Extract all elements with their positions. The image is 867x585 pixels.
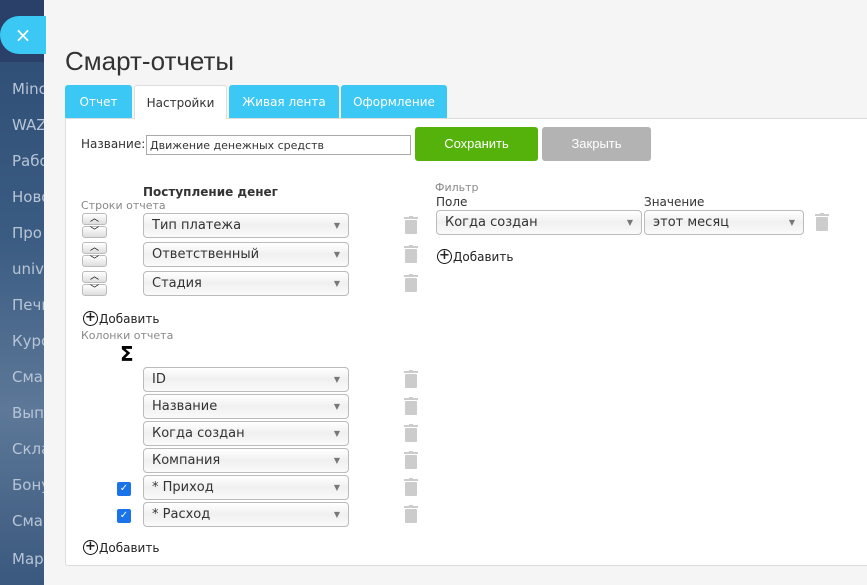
chevron-down-icon: ▼	[333, 221, 340, 230]
trash-icon[interactable]	[404, 478, 418, 496]
page-title: Смарт-отчеты	[65, 46, 235, 76]
select-value: * Расход	[152, 507, 211, 522]
column-field-select[interactable]: Компания ▼	[143, 448, 349, 473]
filter-value-label: Значение	[644, 195, 705, 209]
trash-icon[interactable]	[404, 424, 418, 442]
select-value: * Приход	[152, 480, 214, 495]
sidebar-item[interactable]: Курс	[12, 332, 44, 350]
select-value: Когда создан	[152, 426, 245, 441]
row-order-buttons: ︿ ﹀	[82, 242, 107, 268]
filter-field-select[interactable]: Когда создан ▼	[436, 210, 642, 235]
move-up-button[interactable]: ︿	[82, 271, 107, 283]
sidebar-item[interactable]: unive	[12, 260, 44, 278]
select-value: Стадия	[152, 276, 202, 291]
sidebar-item[interactable]: Бону	[12, 476, 44, 494]
sidebar-item[interactable]: WAZ	[12, 116, 44, 134]
sum-checkbox[interactable]: ✓	[117, 509, 131, 523]
select-value: Название	[152, 399, 218, 414]
move-up-button[interactable]: ︿	[82, 213, 107, 225]
select-value: этот месяц	[653, 215, 729, 230]
trash-icon[interactable]	[404, 245, 418, 263]
name-label: Название:	[81, 137, 146, 151]
move-down-button[interactable]: ﹀	[82, 226, 107, 238]
sidebar-item[interactable]: Печк	[12, 296, 44, 314]
report-name-input[interactable]	[146, 135, 411, 155]
chevron-down-icon: ▼	[333, 429, 340, 438]
tab-settings[interactable]: Настройки	[134, 85, 227, 119]
group-title: Поступление денег	[143, 185, 278, 199]
filter-title: Фильтр	[435, 181, 479, 194]
tab-report[interactable]: Отчет	[65, 85, 132, 118]
trash-icon[interactable]	[404, 397, 418, 415]
tab-live-feed[interactable]: Живая лента	[229, 85, 339, 118]
add-column-button[interactable]: + Добавить	[83, 540, 159, 555]
row-field-select[interactable]: Тип платежа ▼	[143, 213, 349, 238]
chevron-down-icon: ▼	[333, 483, 340, 492]
move-up-button[interactable]: ︿	[82, 242, 107, 254]
row-field-select[interactable]: Стадия ▼	[143, 271, 349, 296]
column-field-select[interactable]: * Расход ▼	[143, 502, 349, 527]
move-down-button[interactable]: ﹀	[82, 284, 107, 296]
rows-label: Строки отчета	[81, 199, 166, 212]
close-button[interactable]: Закрыть	[542, 127, 651, 161]
filter-field-label: Поле	[436, 195, 468, 209]
column-field-select[interactable]: * Приход ▼	[143, 475, 349, 500]
trash-icon[interactable]	[404, 274, 418, 292]
close-icon: ×	[14, 23, 32, 47]
add-label: Добавить	[99, 540, 160, 555]
sidebar-item[interactable]: Рабо	[12, 152, 44, 170]
chevron-down-icon: ▼	[333, 279, 340, 288]
save-button[interactable]: Сохранить	[415, 127, 538, 161]
plus-circle-icon: +	[437, 249, 452, 264]
plus-circle-icon: +	[83, 311, 98, 326]
select-value: ID	[152, 372, 166, 387]
chevron-down-icon: ▼	[333, 510, 340, 519]
select-value: Ответственный	[152, 247, 260, 262]
trash-icon[interactable]	[404, 451, 418, 469]
column-field-select[interactable]: Когда создан ▼	[143, 421, 349, 446]
add-label: Добавить	[453, 249, 514, 264]
add-row-button[interactable]: + Добавить	[83, 311, 159, 326]
add-label: Добавить	[99, 311, 160, 326]
select-value: Компания	[152, 453, 221, 468]
trash-icon[interactable]	[404, 216, 418, 234]
sidebar: Minc WAZ Рабо Ново Про unive Печк Курс С…	[0, 0, 44, 585]
sidebar-item[interactable]: Смар	[12, 512, 44, 530]
columns-label: Колонки отчета	[81, 329, 174, 342]
plus-circle-icon: +	[83, 540, 98, 555]
sum-icon: Σ	[120, 342, 134, 366]
chevron-down-icon: ▼	[333, 375, 340, 384]
move-down-button[interactable]: ﹀	[82, 255, 107, 267]
chevron-down-icon: ▼	[626, 218, 633, 227]
sidebar-item[interactable]: Minc	[12, 80, 44, 98]
trash-icon[interactable]	[404, 505, 418, 523]
trash-icon[interactable]	[404, 370, 418, 388]
sidebar-item[interactable]: Скла	[12, 440, 44, 458]
column-field-select[interactable]: Название ▼	[143, 394, 349, 419]
row-field-select[interactable]: Ответственный ▼	[143, 242, 349, 267]
add-filter-button[interactable]: + Добавить	[437, 249, 513, 264]
sidebar-item[interactable]: Выпл	[12, 404, 44, 422]
chevron-down-icon: ▼	[788, 218, 795, 227]
trash-icon[interactable]	[815, 213, 829, 231]
chevron-down-icon: ▼	[333, 250, 340, 259]
select-value: Тип платежа	[152, 218, 242, 233]
sum-checkbox[interactable]: ✓	[117, 482, 131, 496]
sidebar-item[interactable]: Про	[12, 224, 42, 242]
tab-design[interactable]: Оформление	[341, 85, 447, 118]
sidebar-item[interactable]: Ново	[12, 188, 44, 206]
chevron-down-icon: ▼	[333, 456, 340, 465]
filter-value-select[interactable]: этот месяц ▼	[644, 210, 804, 235]
row-order-buttons: ︿ ﹀	[82, 271, 107, 297]
column-field-select[interactable]: ID ▼	[143, 367, 349, 392]
sidebar-item[interactable]: Мар	[12, 550, 44, 568]
row-order-buttons: ︿ ﹀	[82, 213, 107, 239]
sidebar-item[interactable]: Смар	[12, 368, 44, 386]
select-value: Когда создан	[445, 215, 538, 230]
close-panel-button[interactable]: ×	[0, 16, 46, 54]
chevron-down-icon: ▼	[333, 402, 340, 411]
